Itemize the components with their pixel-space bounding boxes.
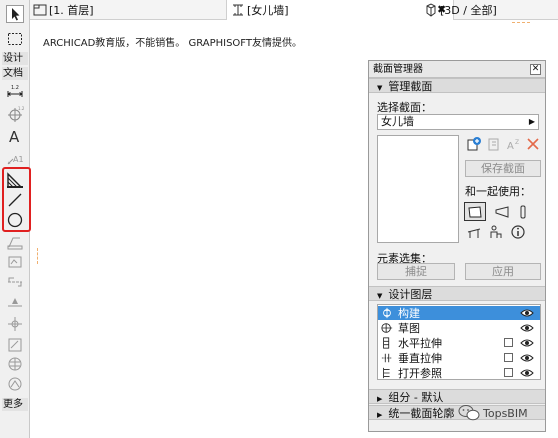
eye-icon[interactable] [520, 352, 534, 364]
new-section-icon[interactable] [465, 135, 483, 153]
manage-section-header[interactable]: ▼ 管理截面 [369, 78, 545, 93]
highlight-annotation [2, 167, 31, 232]
section-select[interactable]: 女儿墙 ▶ [377, 114, 539, 130]
plan-view-toggle[interactable] [464, 202, 486, 221]
worksheet-icon[interactable] [4, 335, 26, 355]
tab-label: [1. 首层] [49, 4, 94, 17]
section-list[interactable] [377, 135, 459, 243]
stair-use-icon[interactable] [487, 223, 505, 241]
expand-triangle-icon: ▶ [377, 395, 383, 403]
svg-text:A1: A1 [13, 155, 24, 164]
info-icon[interactable] [509, 223, 527, 241]
use-with-label: 和一起使用： [465, 185, 531, 198]
svg-text:1.2: 1.2 [18, 106, 24, 111]
extrusion-layer-icon [378, 351, 396, 365]
toolbox-document-label[interactable]: 文档 [2, 67, 28, 80]
layer-row-horizontal-extrusion[interactable]: 水平拉伸 [378, 336, 540, 350]
toolbox-design-label[interactable]: 设计 [2, 52, 28, 65]
tab-bar: [1. 首层] [女儿墙] ✖ [3D / 全部] [30, 0, 558, 20]
rename-section-icon[interactable] [485, 135, 503, 153]
arrow-tool-icon[interactable] [4, 4, 26, 24]
collapse-triangle-icon: ▼ [377, 292, 383, 300]
marquee-tool-icon[interactable] [4, 29, 26, 49]
label-icon[interactable]: A1 [4, 148, 26, 168]
save-section-button[interactable]: 保存截面 [465, 160, 541, 177]
layer-row-construction[interactable]: 构建 [378, 306, 540, 320]
section-manager-palette: 截面管理器 ✕ ▼ 管理截面 选择截面： 女儿墙 ▶ AZ 保存截面 和一起使用： [368, 60, 546, 432]
floor-plan-icon [33, 4, 47, 16]
palette-title: 截面管理器 [373, 64, 423, 75]
svg-text:A: A [507, 141, 514, 152]
layer-checkbox[interactable] [504, 368, 513, 377]
group-default-header[interactable]: ▶ 组分 - 默认 [369, 389, 545, 404]
wechat-icon [458, 405, 480, 421]
svg-text:A: A [9, 128, 20, 145]
eye-icon[interactable] [520, 322, 534, 334]
tab-floor-plan[interactable]: [1. 首层] [33, 0, 173, 20]
dashed-marker [37, 248, 38, 264]
layer-row-open-reference[interactable]: 打开参照 [378, 366, 540, 380]
tab-label: [3D / 全部] [440, 4, 497, 17]
section-icon [233, 4, 243, 16]
layer-name: 构建 [398, 307, 420, 320]
reference-layer-icon [378, 366, 396, 380]
tab-3d[interactable]: [3D / 全部] [422, 0, 556, 20]
extrusion-layer-icon [378, 336, 396, 350]
plan-view-icon [468, 205, 482, 217]
elevation-use-icon[interactable] [465, 223, 483, 241]
collapse-triangle-icon: ▼ [377, 84, 383, 92]
3d-view-use-icon[interactable] [514, 203, 532, 221]
layer-name: 垂直拉伸 [398, 352, 442, 365]
tab-section[interactable]: [女儿墙] [226, 0, 454, 20]
sketch-layer-icon [378, 321, 396, 335]
edu-notice-text: ARCHICAD教育版，不能销售。 GRAPHISOFT友情提供。 [43, 38, 302, 49]
layer-checkbox[interactable] [504, 338, 513, 347]
toolbox: 设计 文档 1.2 1.2 A A1 更多 [0, 0, 31, 438]
eye-icon[interactable] [520, 367, 534, 379]
watermark-text: TopsBIM [483, 406, 528, 420]
sort-az-icon[interactable]: AZ [505, 135, 523, 153]
layer-name: 打开参照 [398, 367, 442, 380]
section-marker-icon[interactable] [4, 272, 26, 292]
text-icon[interactable]: A [4, 126, 26, 146]
section-view-icon[interactable] [493, 203, 511, 221]
construction-layer-icon [378, 306, 396, 320]
layer-name: 水平拉伸 [398, 337, 442, 350]
level-dimension-icon[interactable]: 1.2 [4, 104, 26, 124]
detail-icon[interactable] [4, 314, 26, 334]
dashed-marker [512, 22, 530, 23]
palette-title-bar[interactable]: 截面管理器 ✕ [369, 61, 545, 78]
layer-row-vertical-extrusion[interactable]: 垂直拉伸 [378, 351, 540, 365]
watermark: TopsBIM [458, 404, 528, 422]
layer-row-sketch[interactable]: 草图 [378, 321, 540, 335]
capture-button[interactable]: 捕捉 [377, 263, 455, 280]
tab-label: [女儿墙] [247, 4, 289, 17]
svg-text:Z: Z [515, 139, 519, 146]
dropdown-arrow-icon: ▶ [528, 117, 535, 126]
drawing-icon[interactable] [4, 252, 26, 272]
expand-triangle-icon: ▶ [377, 411, 383, 419]
design-layers-header[interactable]: ▼ 设计图层 [369, 286, 545, 301]
layer-name: 草图 [398, 322, 420, 335]
svg-text:1.2: 1.2 [11, 85, 19, 91]
toolbox-more-label[interactable]: 更多 [2, 398, 28, 411]
change-icon[interactable] [4, 354, 26, 374]
archicad-window: 设计 文档 1.2 1.2 A A1 更多 [1. 首层] [女儿墙] ✖ [3… [0, 0, 558, 438]
select-section-label: 选择截面： [377, 101, 432, 114]
eye-icon[interactable] [520, 307, 534, 319]
layers-list: 构建 草图 水平拉伸 垂直拉伸 打开参照 [377, 304, 541, 380]
delete-icon[interactable] [524, 135, 542, 153]
elevation-icon[interactable] [4, 292, 26, 312]
dimension-icon[interactable]: 1.2 [4, 82, 26, 102]
layer-checkbox[interactable] [504, 353, 513, 362]
interior-elevation-icon[interactable] [4, 374, 26, 394]
eye-icon[interactable] [520, 337, 534, 349]
apply-button[interactable]: 应用 [465, 263, 541, 280]
3d-view-icon [426, 3, 436, 17]
polyline-icon[interactable] [4, 232, 26, 252]
close-icon[interactable]: ✕ [530, 64, 541, 75]
